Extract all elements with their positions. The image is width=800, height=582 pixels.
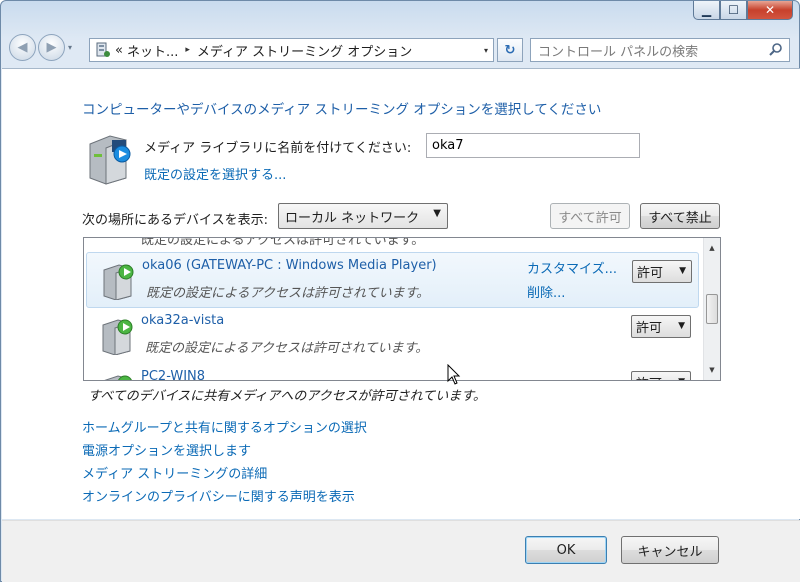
page-title: コンピューターやデバイスのメディア ストリーミング オプションを選択してください xyxy=(82,102,602,118)
window-controls: ▁ ☐ ✕ xyxy=(693,1,793,20)
media-device-icon xyxy=(102,319,133,355)
control-panel-icon xyxy=(96,42,110,57)
privacy-statement-link[interactable]: オンラインのプライバシーに関する声明を表示 xyxy=(82,486,367,509)
device-name: PC2-WIN8 xyxy=(141,369,206,381)
search-box[interactable]: コントロール パネルの検索 xyxy=(530,38,790,62)
device-list-scrollbar[interactable]: ▲ ▼ xyxy=(703,238,720,380)
refresh-icon: ↻ xyxy=(504,42,516,58)
breadcrumb-separator-icon[interactable]: ▸ xyxy=(185,45,190,55)
media-streaming-window: ▁ ☐ ✕ ◀ ▶ ▾ « ネット... ▸ メディア ストリーミング オプショ… xyxy=(0,0,800,582)
back-arrow-icon: ◀ xyxy=(17,40,28,55)
back-button[interactable]: ◀ xyxy=(9,34,36,61)
dialog-footer: OK キャンセル xyxy=(2,520,800,582)
cancel-button[interactable]: キャンセル xyxy=(621,536,719,564)
device-permission-value: 許可 xyxy=(637,266,664,281)
forward-button[interactable]: ▶ xyxy=(38,34,65,61)
scrollbar-thumb[interactable] xyxy=(706,294,718,324)
device-row-oka06[interactable]: oka06 (GATEWAY-PC : Windows Media Player… xyxy=(86,252,699,308)
media-library-icon xyxy=(89,135,131,185)
scroll-down-icon[interactable]: ▼ xyxy=(704,362,720,378)
network-location-value: ローカル ネットワーク xyxy=(285,210,420,226)
media-streaming-details-link[interactable]: メディア ストリーミングの詳細 xyxy=(82,463,367,486)
device-name: oka06 (GATEWAY-PC : Windows Media Player… xyxy=(142,258,437,273)
navigation-buttons: ◀ ▶ ▾ xyxy=(9,34,72,61)
search-icon[interactable] xyxy=(769,42,783,56)
chevron-down-icon: ▼ xyxy=(678,377,685,380)
maximize-button[interactable]: ☐ xyxy=(720,1,747,20)
device-row-oka32a-vista[interactable]: oka32a-vista 既定の設定によるアクセスは許可されています。 許可 ▼ xyxy=(86,308,699,364)
address-root-chevron[interactable]: « xyxy=(115,43,123,58)
allow-all-button[interactable]: すべて許可 xyxy=(550,203,630,229)
network-location-dropdown[interactable]: ローカル ネットワーク ▼ xyxy=(278,203,448,229)
search-placeholder: コントロール パネルの検索 xyxy=(538,44,699,60)
device-permission-value: 許可 xyxy=(636,373,662,380)
media-device-icon xyxy=(104,375,132,380)
scroll-up-icon[interactable]: ▲ xyxy=(704,240,720,256)
main-content: コンピューターやデバイスのメディア ストリーミング オプションを選択してください… xyxy=(2,68,800,519)
minimize-icon: ▁ xyxy=(701,3,712,17)
close-button[interactable]: ✕ xyxy=(747,1,793,20)
device-permission-dropdown[interactable]: 許可 ▼ xyxy=(632,260,692,283)
chevron-down-icon: ▼ xyxy=(679,266,686,276)
choose-default-settings-link[interactable]: 既定の設定を選択する... xyxy=(144,164,286,183)
remove-link[interactable]: 削除... xyxy=(527,282,565,301)
device-permission-value: 許可 xyxy=(636,321,663,336)
power-options-link[interactable]: 電源オプションを選択します xyxy=(82,440,367,463)
address-dropdown-icon[interactable]: ▾ xyxy=(484,46,488,55)
forward-arrow-icon: ▶ xyxy=(46,40,57,55)
device-status: 既定の設定によるアクセスは許可されています。 xyxy=(146,286,430,301)
mouse-cursor-icon xyxy=(447,364,461,385)
address-bar[interactable]: « ネット... ▸ メディア ストリーミング オプション ▾ xyxy=(89,38,494,62)
show-devices-label: 次の場所にあるデバイスを表示: xyxy=(82,213,268,228)
refresh-button[interactable]: ↻ xyxy=(497,38,523,62)
recent-pages-dropdown[interactable]: ▾ xyxy=(68,43,72,52)
minimize-button[interactable]: ▁ xyxy=(693,1,720,20)
device-status-partial: 既定の設定によるアクセスは許可されています。 xyxy=(141,237,425,248)
device-name: oka32a-vista xyxy=(141,313,225,328)
ok-button[interactable]: OK xyxy=(525,536,607,564)
related-links: ホームグループと共有に関するオプションの選択 電源オプションを選択します メディ… xyxy=(82,417,367,509)
close-icon: ✕ xyxy=(764,3,776,17)
device-permission-dropdown[interactable]: 許可 ▼ xyxy=(631,371,691,380)
device-status: 既定の設定によるアクセスは許可されています。 xyxy=(145,341,429,356)
device-list: 既定の設定によるアクセスは許可されています。 oka06 (GATEWAY-PC… xyxy=(83,237,721,381)
library-name-label: メディア ライブラリに名前を付けてください: xyxy=(144,141,412,156)
device-row-pc2-win8[interactable]: PC2-WIN8 許可 ▼ xyxy=(86,364,699,381)
homegroup-sharing-options-link[interactable]: ホームグループと共有に関するオプションの選択 xyxy=(82,417,367,440)
chevron-down-icon: ▼ xyxy=(433,208,441,219)
maximize-icon: ☐ xyxy=(728,3,739,17)
breadcrumb-media-streaming[interactable]: メディア ストリーミング オプション xyxy=(197,41,412,60)
device-permission-dropdown[interactable]: 許可 ▼ xyxy=(631,315,691,338)
block-all-button[interactable]: すべて禁止 xyxy=(640,203,720,229)
device-access-summary: すべてのデバイスに共有メディアへのアクセスが許可されています。 xyxy=(88,389,486,404)
chevron-down-icon: ▼ xyxy=(678,321,685,331)
breadcrumb-network[interactable]: ネット... xyxy=(127,41,178,60)
media-device-icon xyxy=(103,264,134,300)
customize-link[interactable]: カスタマイズ... xyxy=(527,258,617,277)
library-name-input[interactable] xyxy=(426,133,640,158)
